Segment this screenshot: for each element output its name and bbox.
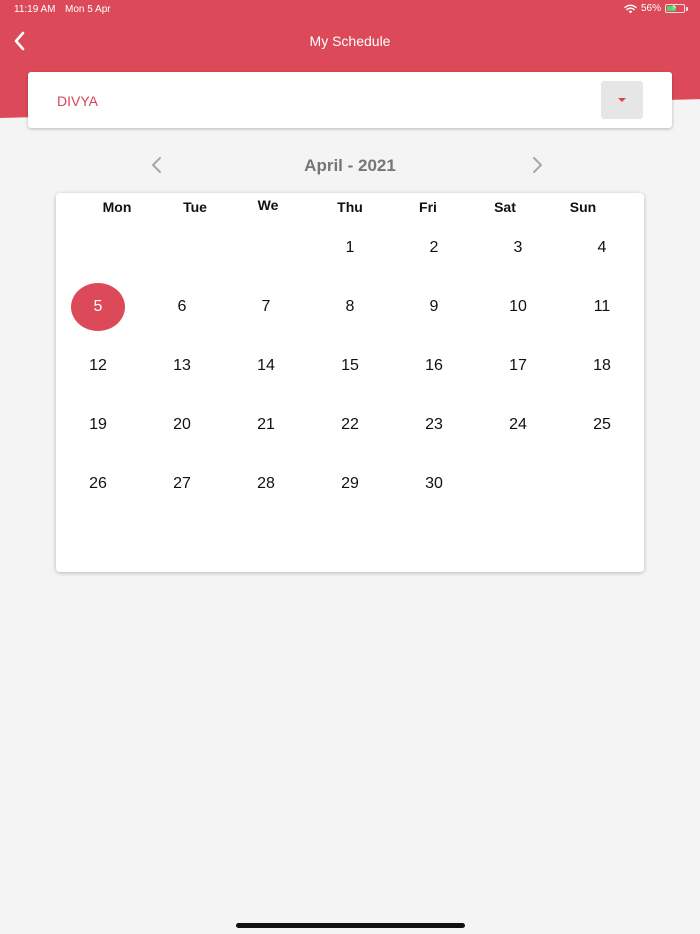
battery-cap [686, 6, 688, 11]
month-navigation: April - 2021 [56, 150, 644, 180]
day-number: 20 [173, 416, 191, 433]
day-number: 14 [257, 357, 275, 374]
day-number: 30 [425, 475, 443, 492]
day-number: 1 [345, 239, 355, 256]
weekday-label-sun: Sun [569, 199, 597, 215]
day-number: 7 [261, 298, 271, 315]
day-cell[interactable]: 17 [491, 341, 545, 391]
day-cell[interactable]: 14 [239, 341, 293, 391]
day-cell[interactable]: 21 [239, 400, 293, 450]
day-number: 11 [593, 298, 611, 315]
status-right-group: 56% ⚡ [624, 3, 688, 14]
weekday-label-sat: Sat [494, 199, 516, 215]
page-title: My Schedule [309, 33, 391, 49]
battery-percent: 56% [640, 3, 661, 14]
day-number: 4 [597, 239, 607, 256]
day-number: 21 [257, 416, 275, 433]
weekday-label-fri: Fri [419, 199, 437, 215]
weekday-header-row: Mon Tue We Thu Fri Sat Sun [56, 197, 644, 217]
day-number: 26 [89, 475, 107, 492]
day-cell[interactable]: 30 [407, 459, 461, 509]
weekday-label-tue: Tue [183, 199, 207, 215]
day-number: 18 [593, 357, 611, 374]
day-number: 28 [257, 475, 275, 492]
day-number: 2 [429, 239, 439, 256]
day-number: 9 [429, 298, 439, 315]
day-cell[interactable]: 12 [71, 341, 125, 391]
day-number: 23 [425, 416, 443, 433]
day-number: 22 [341, 416, 359, 433]
day-cell[interactable]: 28 [239, 459, 293, 509]
day-cell[interactable]: 11 [575, 282, 629, 332]
battery-charging-icon: ⚡ [665, 2, 685, 13]
day-number: 29 [341, 475, 359, 492]
day-number: 25 [593, 416, 611, 433]
day-cell[interactable]: 4 [575, 223, 629, 273]
day-cell[interactable]: 3 [491, 223, 545, 273]
status-bar: 11:19 AM Mon 5 Apr 56% ⚡ [0, 0, 700, 20]
weekday-label-we: We [257, 197, 279, 213]
day-cell[interactable]: 16 [407, 341, 461, 391]
wifi-icon [624, 4, 637, 14]
day-number: 16 [425, 357, 443, 374]
day-cell[interactable]: 24 [491, 400, 545, 450]
weekday-label-mon: Mon [102, 199, 132, 215]
day-number: 27 [173, 475, 191, 492]
day-number: 6 [177, 298, 187, 315]
chevron-right-icon [533, 157, 542, 173]
day-number: 12 [89, 357, 107, 374]
day-cell[interactable]: 9 [407, 282, 461, 332]
day-cell[interactable]: 18 [575, 341, 629, 391]
next-month-button[interactable] [530, 156, 544, 179]
day-number: 15 [341, 357, 359, 374]
calendar: Mon Tue We Thu Fri Sat Sun 1 2 3 4 5 6 7 8 9 10 11 12 13 14… [56, 193, 644, 572]
month-label: April - 2021 [304, 156, 396, 175]
day-cell[interactable]: 25 [575, 400, 629, 450]
day-cell[interactable]: 19 [71, 400, 125, 450]
day-number: 5 [93, 298, 103, 315]
day-number: 19 [89, 416, 107, 433]
caret-down-icon [618, 98, 626, 102]
day-cell[interactable]: 1 [323, 223, 377, 273]
weekday-label-thu: Thu [337, 199, 363, 215]
day-cell[interactable]: 2 [407, 223, 461, 273]
day-cell[interactable]: 26 [71, 459, 125, 509]
day-cell[interactable]: 13 [155, 341, 209, 391]
day-cell-selected[interactable]: 5 [71, 282, 125, 332]
staff-dropdown[interactable]: DIVYA [28, 72, 672, 128]
day-cell[interactable]: 23 [407, 400, 461, 450]
day-cell[interactable]: 8 [323, 282, 377, 332]
day-number: 8 [345, 298, 355, 315]
day-cell[interactable]: 27 [155, 459, 209, 509]
day-cell[interactable]: 20 [155, 400, 209, 450]
day-cell[interactable]: 6 [155, 282, 209, 332]
day-number: 17 [509, 357, 527, 374]
day-cell[interactable]: 29 [323, 459, 377, 509]
charging-bolt-icon: ⚡ [671, 2, 678, 12]
status-date: Mon 5 Apr [65, 4, 111, 15]
dropdown-selected-value: DIVYA [57, 93, 98, 109]
day-cell[interactable]: 10 [491, 282, 545, 332]
dropdown-toggle-button[interactable] [601, 81, 643, 119]
day-number: 3 [513, 239, 523, 256]
day-cell[interactable]: 15 [323, 341, 377, 391]
day-cell[interactable]: 22 [323, 400, 377, 450]
day-cell[interactable]: 7 [239, 282, 293, 332]
home-indicator[interactable] [236, 923, 465, 928]
status-time: 11:19 AM [14, 4, 56, 15]
navigation-bar: My Schedule [0, 22, 700, 62]
day-number: 13 [173, 357, 191, 374]
day-number: 10 [509, 298, 527, 315]
day-number: 24 [509, 416, 527, 433]
